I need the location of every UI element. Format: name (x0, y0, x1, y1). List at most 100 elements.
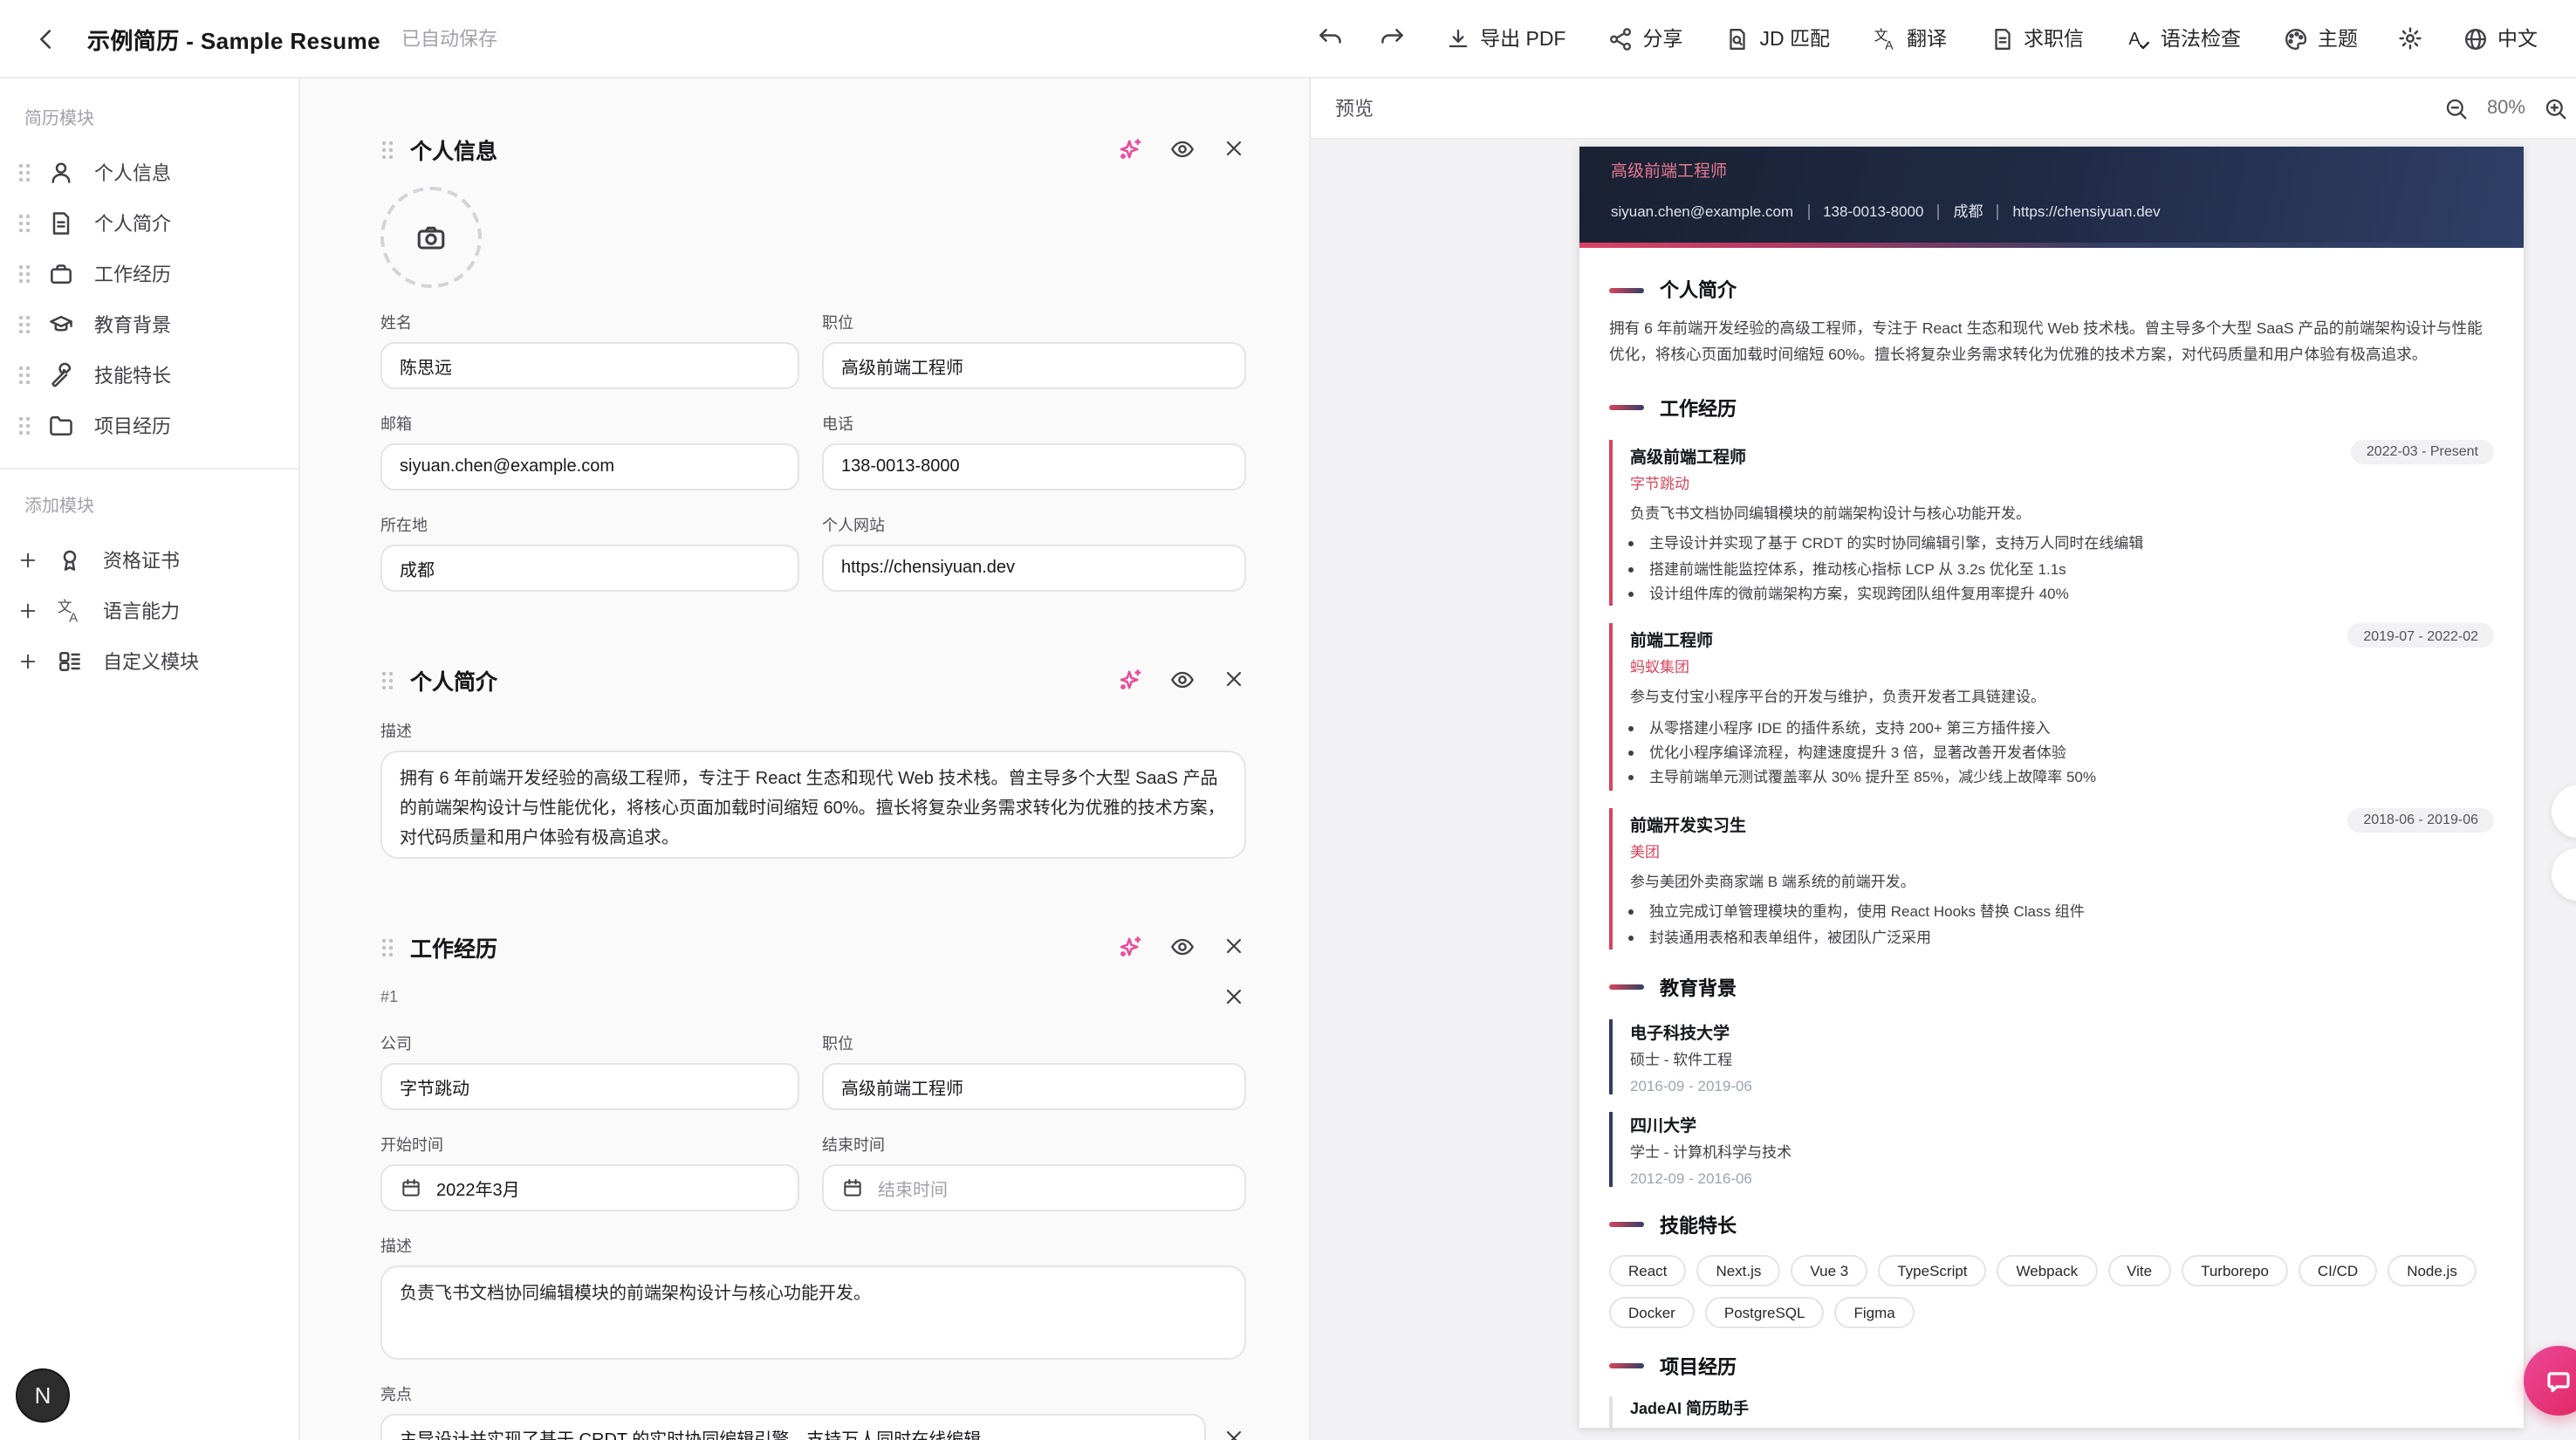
job-bullets: 独立完成订单管理模块的重构，使用 React Hooks 替换 Class 组件… (1630, 900, 2494, 950)
sidebar-item-projects[interactable]: 项目经历 (0, 400, 298, 450)
remove-section-button[interactable] (1222, 136, 1246, 161)
job-bullets: 从零搭建小程序 IDE 的插件系统，支持 200+ 第三方插件接入 优化小程序编… (1630, 716, 2494, 791)
layout-icon (56, 647, 84, 675)
drag-handle-icon[interactable] (380, 669, 393, 689)
cover-letter-label: 求职信 (2024, 24, 2084, 52)
add-module-custom[interactable]: 自定义模块 (0, 635, 298, 686)
job-title: 前端工程师 (1630, 623, 1713, 651)
highlight-field-1[interactable] (380, 1414, 1206, 1440)
visibility-toggle-button[interactable] (1169, 933, 1196, 959)
plus-icon (17, 600, 38, 621)
theme-button[interactable]: 主题 (2269, 16, 2372, 61)
back-arrow-icon (31, 24, 60, 53)
drag-handle-icon[interactable] (17, 314, 30, 333)
user-icon (47, 158, 75, 186)
ai-sparkle-button[interactable] (1117, 135, 1143, 161)
remove-section-button[interactable] (1222, 667, 1246, 691)
position-field[interactable] (822, 342, 1246, 389)
job-bullet: 优化小程序编译流程，构建速度提升 3 倍，显著改善开发者体验 (1649, 740, 2494, 765)
remove-highlight-button[interactable] (1222, 1425, 1246, 1440)
ai-sparkle-button[interactable] (1117, 933, 1143, 959)
redo-button[interactable] (1368, 16, 1417, 61)
sidebar-item-work[interactable]: 工作经历 (0, 248, 298, 298)
phone-field[interactable] (822, 443, 1246, 490)
editor-panel: 个人信息 姓名 职位 (300, 79, 1309, 1440)
job-desc: 负责飞书文档协同编辑模块的前端架构设计与核心功能开发。 (1630, 502, 2494, 525)
location-field[interactable] (380, 545, 799, 592)
name-label: 姓名 (380, 311, 799, 333)
settings-button[interactable] (2386, 16, 2435, 61)
ai-sparkle-button[interactable] (1117, 666, 1143, 692)
job-position-field[interactable] (822, 1063, 1246, 1110)
end-date-field[interactable]: 结束时间 (822, 1164, 1246, 1211)
skill-chip: PostgreSQL (1705, 1297, 1825, 1328)
back-button[interactable] (21, 14, 70, 63)
remove-entry-button[interactable] (1222, 984, 1246, 1009)
resume-contact-row: siyuan.chen@example.com 138-0013-8000 成都… (1611, 201, 2492, 222)
work-desc-textarea[interactable]: 负责飞书文档协同编辑模块的前端架构设计与核心功能开发。 (380, 1265, 1246, 1360)
add-module-label: 语言能力 (103, 596, 180, 624)
website-field[interactable] (822, 545, 1246, 592)
visibility-toggle-button[interactable] (1169, 135, 1196, 161)
cover-letter-button[interactable]: 求职信 (1975, 16, 2098, 61)
contact-divider (1807, 203, 1809, 219)
skill-chip: TypeScript (1878, 1255, 1986, 1286)
drag-handle-icon[interactable] (17, 162, 30, 182)
drag-handle-icon[interactable] (17, 365, 30, 384)
share-button[interactable]: 分享 (1594, 16, 1697, 61)
language-button[interactable]: 中文 (2449, 16, 2552, 61)
email-label: 邮箱 (380, 412, 799, 435)
close-icon (1222, 934, 1246, 958)
dev-badge[interactable]: N (16, 1368, 70, 1423)
drag-handle-icon[interactable] (17, 415, 30, 435)
grammar-check-button[interactable]: A 语法检查 (2112, 16, 2255, 61)
job-position-label: 职位 (822, 1032, 1246, 1054)
translate-label: 翻译 (1907, 24, 1947, 52)
summary-desc-textarea[interactable]: 拥有 6 年前端开发经验的高级工程师，专注于 React 生态和现代 Web 技… (380, 751, 1246, 859)
section-heading-projects: 项目经历 (1609, 1353, 2494, 1381)
drag-handle-icon[interactable] (380, 139, 393, 158)
sidebar-item-skills[interactable]: 技能特长 (0, 349, 298, 400)
drag-handle-icon[interactable] (17, 213, 30, 232)
jd-match-button[interactable]: JD 匹配 (1711, 16, 1845, 61)
job-bullet: 从零搭建小程序 IDE 的插件系统，支持 200+ 第三方插件接入 (1649, 716, 2494, 741)
remove-section-button[interactable] (1222, 934, 1246, 958)
export-pdf-button[interactable]: 导出 PDF (1431, 16, 1579, 61)
svg-text:A: A (2128, 29, 2141, 48)
palette-icon (2283, 25, 2309, 51)
plus-icon (17, 650, 38, 671)
translate-button[interactable]: 文A 翻译 (1858, 16, 1961, 61)
preview-canvas: 高级前端工程师 siyuan.chen@example.com 138-0013… (1311, 140, 2576, 1440)
job-bullet: 独立完成订单管理模块的重构，使用 React Hooks 替换 Class 组件 (1649, 900, 2494, 925)
undo-button[interactable] (1305, 16, 1354, 61)
position-label: 职位 (822, 311, 1246, 333)
add-module-certificates[interactable]: 资格证书 (0, 534, 298, 585)
redo-icon (1379, 24, 1407, 52)
avatar-upload[interactable] (380, 187, 482, 288)
zoom-in-button[interactable] (2543, 95, 2569, 121)
email-field[interactable] (380, 443, 799, 490)
heading-dash-icon (1609, 287, 1644, 292)
visibility-toggle-button[interactable] (1169, 666, 1196, 692)
job-title: 前端开发实习生 (1630, 807, 1746, 835)
zoom-out-button[interactable] (2443, 95, 2470, 121)
job-company: 美团 (1630, 840, 2494, 861)
name-field[interactable] (380, 342, 799, 389)
resume-page: 高级前端工程师 siyuan.chen@example.com 138-0013… (1579, 147, 2524, 1428)
sidebar-item-summary[interactable]: 个人简介 (0, 197, 298, 248)
plus-icon (17, 549, 38, 570)
drag-handle-icon[interactable] (17, 264, 30, 283)
degree: 硕士 - 软件工程 (1630, 1049, 2494, 1070)
company-field[interactable] (380, 1063, 799, 1110)
sidebar-item-education[interactable]: 教育背景 (0, 298, 298, 349)
job-bullet: 主导前端单元测试覆盖率从 30% 提升至 85%，减少线上故障率 50% (1649, 765, 2494, 791)
start-date-field[interactable]: 2022年3月 (380, 1164, 799, 1211)
sidebar: 简历模块 个人信息 个人简介 工作经历 教育背景 (0, 79, 300, 1440)
drag-handle-icon[interactable] (380, 936, 393, 956)
add-module-languages[interactable]: 文A 语言能力 (0, 585, 298, 635)
add-module-label: 资格证书 (103, 545, 180, 573)
autosave-status: 已自动保存 (401, 24, 497, 52)
degree: 学士 - 计算机科学与技术 (1630, 1142, 2494, 1162)
sidebar-item-personal-info[interactable]: 个人信息 (0, 147, 298, 197)
website-label: 个人网站 (822, 513, 1246, 536)
